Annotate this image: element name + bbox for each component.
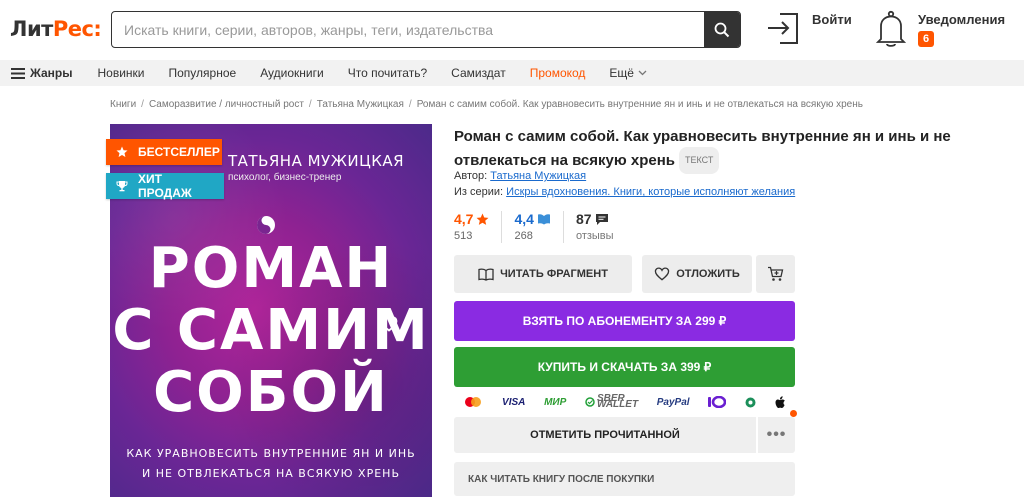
nav-item-popular[interactable]: Популярное xyxy=(169,66,237,80)
yoomoney-icon: Ю xyxy=(708,396,727,408)
nav-item-audiobooks[interactable]: Аудиокниги xyxy=(260,66,324,80)
bestseller-label: БЕСТСЕЛЛЕР xyxy=(138,145,220,159)
reviews-label: отзывы xyxy=(575,230,614,242)
mastercard-icon xyxy=(463,396,483,408)
visa-icon: VISA xyxy=(502,396,526,408)
yin-yang-icon xyxy=(257,216,275,234)
search-button[interactable] xyxy=(704,12,740,47)
livelib-rating[interactable]: 4,4 268 xyxy=(514,211,564,243)
search-input[interactable] xyxy=(112,12,704,47)
login-icon xyxy=(768,13,798,44)
author-label: Автор: xyxy=(454,170,488,182)
series-label: Из серии: xyxy=(454,186,504,198)
notification-dot xyxy=(790,410,797,417)
hit-label: ХИТ ПРОДАЖ xyxy=(138,172,192,200)
reviews-rating[interactable]: 87 отзывы xyxy=(576,211,626,243)
notifications-button[interactable]: Уведомления 6 xyxy=(876,10,1005,50)
cover-title-line1: РОМАН xyxy=(148,236,394,301)
how-to-read-button[interactable]: КАК ЧИТАТЬ КНИГУ ПОСЛЕ ПОКУПКИ xyxy=(454,462,795,496)
breadcrumb-books[interactable]: Книги xyxy=(110,99,136,110)
mark-read-button[interactable]: ОТМЕТИТЬ ПРОЧИТАННОЙ xyxy=(454,417,756,453)
livelib-rating-count: 268 xyxy=(514,230,533,242)
main-nav: Жанры Новинки Популярное Аудиокниги Что … xyxy=(0,60,1024,86)
comment-icon xyxy=(595,213,608,225)
login-label: Войти xyxy=(812,12,852,27)
sber-wallet-icon: SBER WALLET xyxy=(585,394,639,410)
star-icon xyxy=(477,213,489,225)
heart-icon xyxy=(380,316,398,332)
defer-label: ОТЛОЖИТЬ xyxy=(676,268,740,280)
breadcrumb-author[interactable]: Татьяна Мужицкая xyxy=(317,99,404,110)
bell-icon xyxy=(876,10,906,47)
series-row: Из серии: Искры вдохновения. Книги, кото… xyxy=(454,186,795,198)
open-book-icon xyxy=(478,268,494,281)
nav-item-new[interactable]: Новинки xyxy=(98,66,145,80)
heart-icon xyxy=(654,267,670,281)
bestseller-badge: БЕСТСЕЛЛЕР xyxy=(106,139,222,165)
trophy-icon xyxy=(116,181,128,192)
mir-icon: МИР xyxy=(544,396,567,408)
star-icon xyxy=(116,146,128,157)
livelib-rating-value: 4,4 xyxy=(514,211,534,227)
login-button[interactable]: Войти xyxy=(766,10,852,50)
breadcrumb-current: Роман с самим собой. Как уравновесить вн… xyxy=(416,99,863,110)
payment-methods: VISA МИР SBERWALLET PayPal Ю xyxy=(454,392,795,412)
cover-author-sub: психолог, бизнес-тренер xyxy=(228,172,342,183)
logo-part1: Лит xyxy=(10,17,53,41)
reviews-count: 87 xyxy=(575,211,592,227)
hit-badge: ХИТ ПРОДАЖ xyxy=(106,172,224,200)
format-tag[interactable]: ТЕКСТ xyxy=(678,147,720,174)
litres-logo[interactable]: ЛитРес: xyxy=(10,17,102,41)
cover-subtitle-line1: КАК УРАВНОВЕСИТЬ ВНУТРЕННИЕ ЯН И ИНЬ xyxy=(126,447,416,460)
cover-subtitle-line2: И НЕ ОТВЛЕКАТЬСЯ НА ВСЯКУЮ ХРЕНЬ xyxy=(142,467,400,480)
litres-rating-value: 4,7 xyxy=(454,211,474,227)
notifications-count-badge: 6 xyxy=(918,31,935,47)
green-wallet-icon xyxy=(745,397,756,408)
nav-genres-label: Жанры xyxy=(30,66,73,80)
litres-rating-count: 513 xyxy=(454,230,473,242)
buy-button[interactable]: КУПИТЬ И СКАЧАТЬ ЗА 399 ₽ xyxy=(454,347,795,387)
defer-button[interactable]: ОТЛОЖИТЬ xyxy=(642,255,752,293)
add-to-cart-button[interactable] xyxy=(756,255,795,293)
subscribe-button[interactable]: ВЗЯТЬ ПО АБОНЕМЕНТУ ЗА 299 ₽ xyxy=(454,301,795,341)
logo-colon: : xyxy=(93,17,102,41)
nav-genres[interactable]: Жанры xyxy=(11,66,73,80)
search-bar xyxy=(111,11,741,48)
read-fragment-label: ЧИТАТЬ ФРАГМЕНТ xyxy=(500,268,608,280)
cart-icon xyxy=(768,266,784,281)
paypal-icon: PayPal xyxy=(656,396,690,408)
cover-author: ТАТЬЯНА МУЖИЦКАЯ xyxy=(228,152,405,170)
sber-line2: WALLET xyxy=(596,399,639,410)
series-link[interactable]: Искры вдохновения. Книги, которые исполн… xyxy=(506,186,795,198)
site-header: ЛитРес: Войти Уведомления 6 xyxy=(0,0,1024,60)
breadcrumb-category[interactable]: Саморазвитие / личностный рост xyxy=(149,99,304,110)
litres-rating[interactable]: 4,7 513 xyxy=(454,211,503,243)
nav-item-promocode[interactable]: Промокод xyxy=(530,66,586,80)
breadcrumb-separator: / xyxy=(308,99,312,110)
cover-title-line3: СОБОЙ xyxy=(153,360,389,425)
chevron-down-icon xyxy=(638,70,647,76)
ratings: 4,7 513 4,4 268 87 отзывы xyxy=(454,211,638,243)
nav-more-label: Ещё xyxy=(609,66,634,80)
nav-more[interactable]: Ещё xyxy=(609,66,647,80)
more-options-button[interactable]: ••• xyxy=(758,417,795,453)
read-fragment-button[interactable]: ЧИТАТЬ ФРАГМЕНТ xyxy=(454,255,632,293)
breadcrumb-separator: / xyxy=(408,99,412,110)
apple-icon xyxy=(775,395,786,409)
logo-part2: Рес xyxy=(52,17,94,41)
book-title: Роман с самим собой. Как уравновесить вн… xyxy=(454,126,994,174)
search-icon xyxy=(714,22,730,37)
breadcrumb-separator: / xyxy=(141,99,144,110)
nav-item-what-to-read[interactable]: Что почитать? xyxy=(348,66,427,80)
author-row: Автор: Татьяна Мужицкая xyxy=(454,170,586,182)
livelib-book-icon xyxy=(537,214,550,225)
nav-item-samizdat[interactable]: Самиздат xyxy=(451,66,506,80)
notifications-label: Уведомления xyxy=(918,12,1006,27)
author-link[interactable]: Татьяна Мужицкая xyxy=(490,170,586,182)
hamburger-icon xyxy=(11,67,25,79)
breadcrumb: Книги / Саморазвитие / личностный рост / Тат… xyxy=(110,99,863,110)
